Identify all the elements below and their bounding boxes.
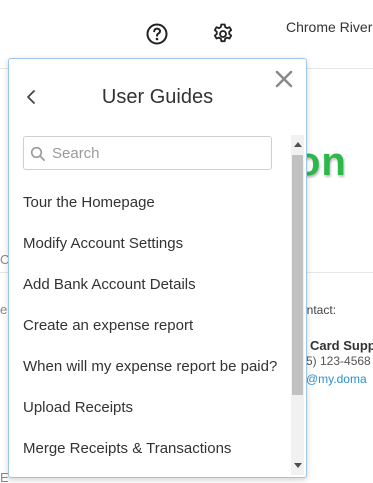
guide-list: Tour the Homepage Modify Account Setting… (23, 185, 283, 458)
search-box[interactable] (23, 136, 272, 170)
user-name-link[interactable]: Chrome River (286, 19, 372, 35)
user-guides-panel: User Guides Tour the Homepage Modify Acc… (8, 58, 307, 478)
guide-item-report-paid[interactable]: When will my expense report be paid? (23, 358, 283, 376)
guide-item-merge-receipts[interactable]: Merge Receipts & Transactions (23, 440, 283, 458)
gear-icon[interactable] (211, 22, 235, 46)
search-input[interactable] (52, 137, 267, 169)
background-text-fragment: e (0, 302, 8, 317)
guide-item-tour-homepage[interactable]: Tour the Homepage (23, 194, 283, 212)
guide-item-create-expense-report[interactable]: Create an expense report (23, 317, 283, 335)
guide-item-add-bank-account[interactable]: Add Bank Account Details (23, 276, 283, 294)
background-support-phone: 5) 123-4568 (306, 354, 371, 368)
page: Chrome River on C e E ontact: Card Supp … (0, 0, 373, 483)
scroll-down-arrow-icon[interactable] (291, 459, 304, 473)
panel-title: User Guides (101, 86, 214, 108)
guide-item-upload-receipts[interactable]: Upload Receipts (23, 399, 283, 417)
guide-item-modify-account-settings[interactable]: Modify Account Settings (23, 235, 283, 253)
search-icon (30, 146, 45, 161)
background-support-title: Card Supp (310, 338, 373, 353)
scroll-thumb[interactable] (292, 155, 303, 395)
background-support-email[interactable]: @my.doma (306, 372, 367, 386)
help-icon[interactable] (145, 22, 169, 46)
scroll-up-arrow-icon[interactable] (291, 137, 304, 151)
panel-scrollbar[interactable] (291, 135, 304, 475)
